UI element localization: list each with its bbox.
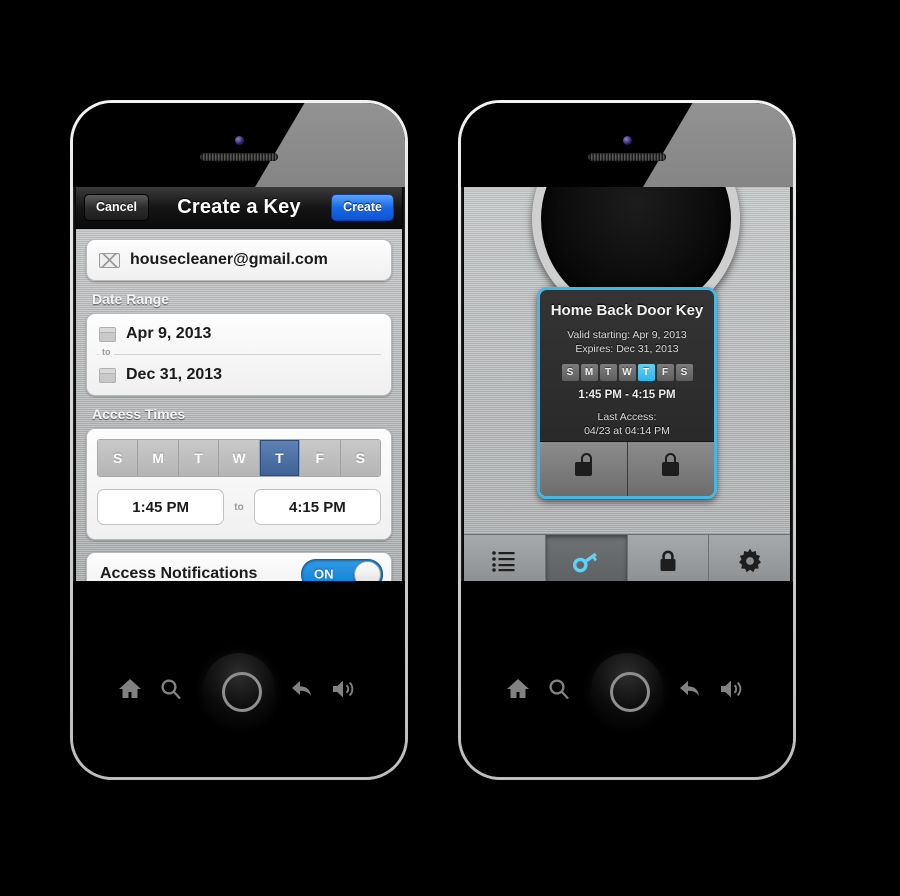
key-title: Home Back Door Key [550, 302, 704, 319]
search-icon[interactable] [547, 677, 571, 701]
create-button[interactable]: Create [331, 194, 394, 221]
end-date-value: Dec 31, 2013 [126, 366, 223, 383]
date-range-card[interactable]: Apr 9, 2013 to Dec 31, 2013 [86, 313, 392, 396]
access-times-label: Access Times [92, 406, 186, 422]
day-chip-0[interactable]: S [98, 440, 139, 476]
email-field-card[interactable]: housecleaner@gmail.com [86, 239, 392, 281]
start-date-row[interactable]: Apr 9, 2013 [87, 314, 391, 354]
time-range-row: 1:45 PM to 4:15 PM [87, 477, 391, 539]
calendar-icon [99, 326, 116, 342]
tab-bar [464, 534, 790, 587]
end-date-row[interactable]: Dec 31, 2013 [87, 355, 391, 395]
glass-reflection [255, 103, 405, 187]
key-day-chip-3: W [618, 364, 636, 381]
right-phone-body: Home Back Door Key Valid starting: Apr 9… [461, 103, 793, 777]
access-times-card: SMTWTFS 1:45 PM to 4:15 PM [86, 428, 392, 540]
day-chip-5[interactable]: F [300, 440, 341, 476]
day-chip-1[interactable]: M [138, 440, 179, 476]
date-separator: to [97, 347, 381, 357]
screenshot-stage: Cancel Create a Key Create housecleaner@… [0, 0, 900, 896]
end-time-field[interactable]: 4:15 PM [253, 489, 382, 525]
tab-key[interactable] [545, 535, 628, 587]
home-icon[interactable] [117, 677, 143, 701]
glass-reflection [643, 103, 793, 187]
key-time-range: 1:45 PM - 4:15 PM [578, 389, 676, 401]
key-day-chip-0: S [561, 364, 579, 381]
lock-button[interactable] [627, 442, 714, 496]
key-expires: Expires: Dec 31, 2013 [575, 343, 679, 355]
trackball[interactable] [203, 653, 275, 725]
hardware-button-row [73, 581, 405, 777]
tab-list[interactable] [464, 535, 546, 587]
key-day-chips: SMTWTFS [550, 364, 704, 381]
email-value: housecleaner@gmail.com [130, 251, 328, 268]
day-chip-4[interactable]: T [259, 440, 301, 476]
start-time-field[interactable]: 1:45 PM [97, 489, 225, 525]
volume-icon[interactable] [331, 677, 359, 701]
front-camera-icon [235, 136, 244, 145]
unlock-icon [574, 453, 593, 476]
date-separator-label: to [99, 347, 114, 357]
left-hardware-buttons [73, 581, 405, 777]
start-date-value: Apr 9, 2013 [126, 325, 212, 342]
day-chip-3[interactable]: W [219, 440, 260, 476]
tab-settings[interactable] [709, 535, 790, 587]
lock-icon [662, 453, 680, 476]
tab-lock[interactable] [627, 535, 710, 587]
cancel-button[interactable]: Cancel [84, 194, 149, 221]
key-day-chip-5: F [656, 364, 674, 381]
left-phone-screen: Cancel Create a Key Create housecleaner@… [76, 187, 402, 587]
last-access-value: 04/23 at 04:14 PM [584, 425, 670, 437]
volume-icon[interactable] [719, 677, 747, 701]
left-phone-body: Cancel Create a Key Create housecleaner@… [73, 103, 405, 777]
earpiece-speaker [588, 153, 666, 161]
trackball[interactable] [591, 653, 663, 725]
left-phone-device: Cancel Create a Key Create housecleaner@… [70, 100, 408, 780]
key-day-chip-1: M [580, 364, 598, 381]
form-content: housecleaner@gmail.com Date Range Apr 9,… [76, 229, 402, 587]
front-camera-icon [623, 136, 632, 145]
key-day-chip-4: T [637, 364, 655, 381]
right-phone-screen: Home Back Door Key Valid starting: Apr 9… [464, 187, 790, 587]
hardware-button-row [461, 581, 793, 777]
key-valid-starting: Valid starting: Apr 9, 2013 [567, 329, 687, 341]
back-icon[interactable] [289, 677, 315, 701]
earpiece-speaker [200, 153, 278, 161]
navigation-bar: Cancel Create a Key Create [76, 187, 402, 229]
unlock-button[interactable] [540, 442, 628, 496]
key-detail-card: Home Back Door Key Valid starting: Apr 9… [537, 287, 717, 499]
toggle-state-label: ON [314, 566, 334, 582]
key-day-chip-2: T [599, 364, 617, 381]
home-icon[interactable] [505, 677, 531, 701]
envelope-icon [99, 252, 120, 268]
date-range-label: Date Range [92, 291, 170, 307]
day-chip-2[interactable]: T [178, 440, 220, 476]
calendar-icon [99, 367, 116, 383]
email-row[interactable]: housecleaner@gmail.com [87, 240, 391, 280]
right-phone-bezel [461, 103, 793, 187]
day-selector[interactable]: SMTWTFS [97, 439, 381, 477]
last-access-label: Last Access: [597, 411, 657, 423]
time-separator-label: to [234, 501, 244, 513]
search-icon[interactable] [159, 677, 183, 701]
key-day-chip-6: S [675, 364, 693, 381]
right-phone-device: Home Back Door Key Valid starting: Apr 9… [458, 100, 796, 780]
back-icon[interactable] [677, 677, 703, 701]
day-chip-6[interactable]: S [340, 440, 380, 476]
left-phone-bezel [73, 103, 405, 187]
lock-button-group [540, 441, 714, 496]
right-hardware-buttons [461, 581, 793, 777]
